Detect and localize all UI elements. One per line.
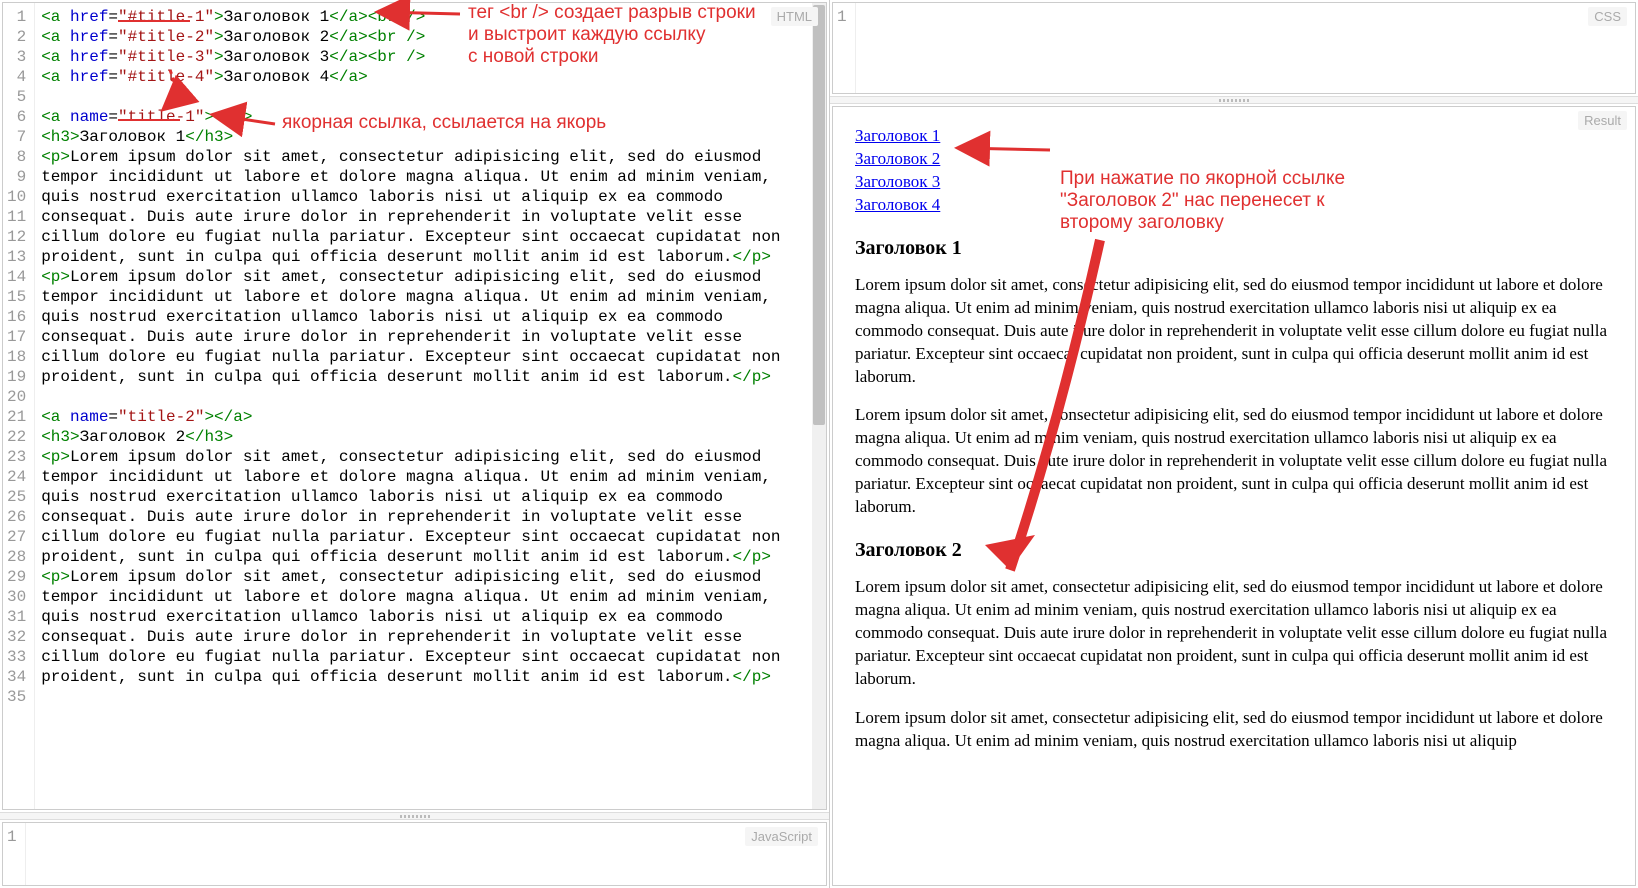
result-link-3[interactable]: Заголовок 3 <box>855 172 940 191</box>
scrollbar-thumb[interactable] <box>813 5 825 425</box>
result-heading-1: Заголовок 1 <box>855 235 1613 262</box>
css-editor-panel[interactable]: CSS 1 <box>832 2 1636 94</box>
js-editor-panel[interactable]: JavaScript 1 <box>2 822 827 886</box>
result-paragraph: Lorem ipsum dolor sit amet, consectetur … <box>855 274 1613 389</box>
line-number-gutter: 1 <box>833 3 856 93</box>
result-panel-label: Result <box>1578 111 1627 130</box>
js-code-content[interactable] <box>26 823 826 885</box>
result-paragraph: Lorem ipsum dolor sit amet, consectetur … <box>855 404 1613 519</box>
panel-resize-handle[interactable] <box>0 812 829 820</box>
panel-resize-handle[interactable] <box>830 96 1638 104</box>
html-editor-panel[interactable]: HTML 12345678910111213141516171819202122… <box>2 2 827 810</box>
result-link-1[interactable]: Заголовок 1 <box>855 126 940 145</box>
html-panel-label: HTML <box>771 7 818 26</box>
html-code-content[interactable]: <a href="#title-1">Заголовок 1</a><br />… <box>35 3 826 809</box>
result-panel: Result Заголовок 1 Заголовок 2 Заголовок… <box>832 106 1636 886</box>
js-panel-label: JavaScript <box>745 827 818 846</box>
css-code-content[interactable] <box>856 3 1635 93</box>
css-panel-label: CSS <box>1588 7 1627 26</box>
result-heading-2: Заголовок 2 <box>855 537 1613 564</box>
line-number-gutter: 1 <box>3 823 26 885</box>
line-number-gutter: 1234567891011121314151617181920212223242… <box>3 3 35 809</box>
scrollbar-track[interactable] <box>812 3 826 809</box>
result-paragraph: Lorem ipsum dolor sit amet, consectetur … <box>855 707 1613 753</box>
result-link-4[interactable]: Заголовок 4 <box>855 195 940 214</box>
result-link-2[interactable]: Заголовок 2 <box>855 149 940 168</box>
result-content[interactable]: Заголовок 1 Заголовок 2 Заголовок 3 Заго… <box>833 107 1635 885</box>
result-paragraph: Lorem ipsum dolor sit amet, consectetur … <box>855 576 1613 691</box>
